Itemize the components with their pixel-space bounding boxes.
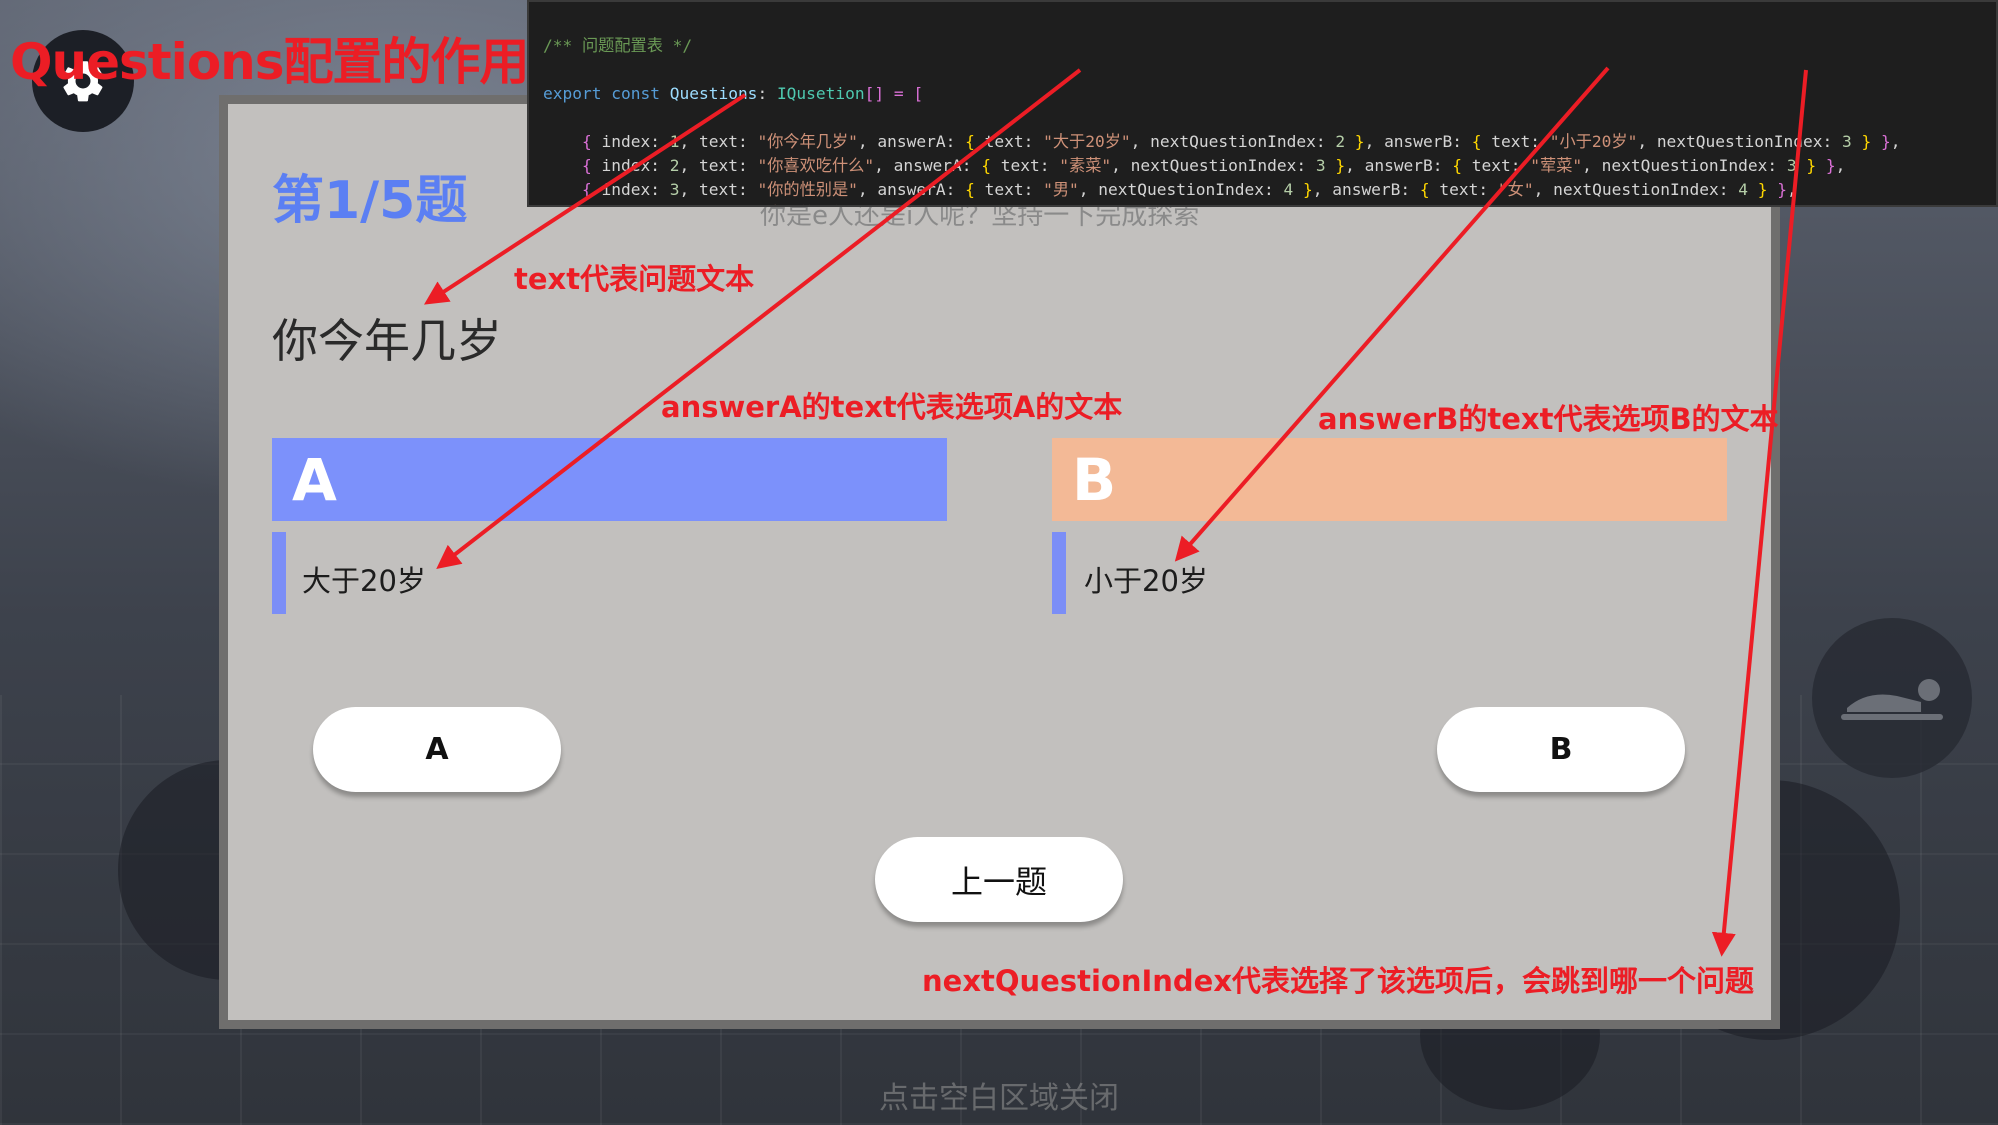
- code-declaration: export const Questions: IQusetion[] = [: [543, 82, 1982, 106]
- option-b-letter: B: [1072, 445, 1117, 514]
- previous-question-button[interactable]: 上一题: [875, 837, 1123, 922]
- code-const-keyword: const: [611, 84, 660, 103]
- code-row: { index: 3, text: "你的性别是", answerA: { te…: [581, 180, 1797, 199]
- option-a-header: A: [272, 438, 947, 521]
- option-b-accent-bar: [1052, 532, 1066, 614]
- option-a-letter: A: [292, 445, 337, 514]
- code-rows: { index: 1, text: "你今年几岁", answerA: { te…: [543, 130, 1982, 205]
- code-var-name: Questions: [669, 84, 758, 103]
- code-colon: :: [757, 84, 768, 103]
- annotation-title: Questions配置的作用: [10, 33, 530, 91]
- option-a-text: 大于20岁: [302, 564, 426, 598]
- question-text: 你今年几岁: [272, 314, 502, 368]
- code-type-name: IQusetion: [776, 84, 865, 103]
- code-export-keyword: export: [543, 84, 602, 103]
- question-number: 第1/5题: [272, 171, 468, 231]
- annotation-next-index-note: nextQuestionIndex代表选择了该选项后，会跳到哪一个问题: [922, 964, 1755, 998]
- code-row: { index: 4, text: "喜欢的天气", answerA: { te…: [543, 202, 1982, 205]
- answer-a-button[interactable]: A: [313, 707, 561, 792]
- close-hint-text: 点击空白区域关闭: [879, 1081, 1119, 1116]
- option-a-accent-bar: [272, 532, 286, 614]
- annotation-answer-a-note: answerA的text代表选项A的文本: [661, 390, 1123, 424]
- code-declaration-suffix: [] = [: [864, 84, 924, 103]
- option-b-text: 小于20岁: [1084, 564, 1208, 598]
- annotation-text-note: text代表问题文本: [514, 262, 755, 296]
- lie-down-button[interactable]: [1812, 618, 1972, 778]
- code-row: { index: 1, text: "你今年几岁", answerA: { te…: [581, 132, 1901, 151]
- annotation-answer-b-note: answerB的text代表选项B的文本: [1318, 402, 1779, 436]
- code-row: { index: 2, text: "你喜欢吃什么", answerA: { t…: [581, 156, 1846, 175]
- option-b-header: B: [1052, 438, 1727, 521]
- code-overlay: /** 问题配置表 */ export const Questions: IQu…: [527, 0, 1998, 207]
- code-comment: /** 问题配置表 */: [543, 36, 693, 55]
- answer-b-button[interactable]: B: [1437, 707, 1685, 792]
- lie-down-icon: [1841, 679, 1943, 720]
